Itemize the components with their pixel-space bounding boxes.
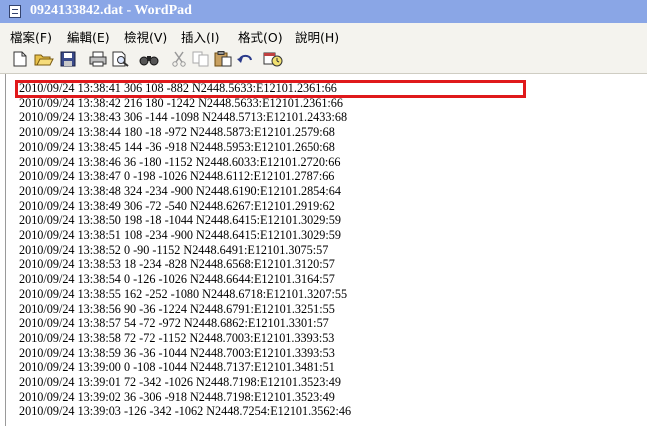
window-title: 0924133842.dat - WordPad [30,3,192,18]
document-line[interactable]: 2010/09/24 13:38:52 0 -90 -1152 N2448.64… [19,243,328,258]
paste-icon[interactable] [212,49,234,69]
document-line[interactable]: 2010/09/24 13:38:50 198 -18 -1044 N2448.… [19,213,341,228]
document-line[interactable]: 2010/09/24 13:38:44 180 -18 -972 N2448.5… [19,125,335,140]
cut-icon[interactable] [168,49,190,69]
menu-insert[interactable]: 插入(I) [181,27,219,46]
undo-icon[interactable] [234,49,256,69]
document-line[interactable]: 2010/09/24 13:38:54 0 -126 -1026 N2448.6… [19,272,335,287]
document-line[interactable]: 2010/09/24 13:38:59 36 -36 -1044 N2448.7… [19,346,335,361]
document-line[interactable]: 2010/09/24 13:38:53 18 -234 -828 N2448.6… [19,257,335,272]
document-line[interactable]: 2010/09/24 13:38:58 72 -72 -1152 N2448.7… [19,331,334,346]
document-line[interactable]: 2010/09/24 13:38:46 36 -180 -1152 N2448.… [19,155,341,170]
document-line[interactable]: 2010/09/24 13:38:48 324 -234 -900 N2448.… [19,184,341,199]
find-icon[interactable] [138,49,160,69]
document-line[interactable]: 2010/09/24 13:38:49 306 -72 -540 N2448.6… [19,199,335,214]
document-line[interactable]: 2010/09/24 13:39:00 0 -108 -1044 N2448.7… [19,360,335,375]
menu-format[interactable]: 格式(O) [238,27,283,46]
print-icon[interactable] [87,49,109,69]
document-line[interactable]: 2010/09/24 13:38:57 54 -72 -972 N2448.68… [19,316,329,331]
menu-help[interactable]: 說明(H) [295,27,339,46]
document-line[interactable]: 2010/09/24 13:38:51 108 -234 -900 N2448.… [19,228,341,243]
open-folder-icon[interactable] [33,49,55,69]
print-preview-icon[interactable] [110,49,132,69]
document-line[interactable]: 2010/09/24 13:39:03 -126 -342 -1062 N244… [19,404,351,419]
document-line[interactable]: 2010/09/24 13:38:55 162 -252 -1080 N2448… [19,287,347,302]
menu-file[interactable]: 檔案(F) [10,27,52,46]
new-document-icon[interactable] [9,49,31,69]
document-line[interactable]: 2010/09/24 13:38:43 306 -144 -1098 N2448… [19,110,347,125]
highlight-box [15,80,526,98]
document-line[interactable]: 2010/09/24 13:39:01 72 -342 -1026 N2448.… [19,375,341,390]
menu-view[interactable]: 檢視(V) [124,27,167,46]
document-line[interactable]: 2010/09/24 13:38:45 144 -36 -918 N2448.5… [19,140,335,155]
copy-icon[interactable] [190,49,212,69]
title-bar: 0924133842.dat - WordPad [0,0,647,23]
document-line[interactable]: 2010/09/24 13:38:47 0 -198 -1026 N2448.6… [19,169,334,184]
document-left-border [5,74,6,426]
document-line[interactable]: 2010/09/24 13:39:02 36 -306 -918 N2448.7… [19,390,335,405]
wordpad-app-icon[interactable] [9,5,21,18]
menu-edit[interactable]: 編輯(E) [67,27,110,46]
menu-bar: 檔案(F) 編輯(E) 檢視(V) 插入(I) 格式(O) 說明(H) [0,23,647,46]
date-time-icon[interactable] [262,49,284,69]
document-line[interactable]: 2010/09/24 13:38:56 90 -36 -1224 N2448.6… [19,302,335,317]
save-icon[interactable] [57,49,79,69]
toolbar [0,46,647,74]
